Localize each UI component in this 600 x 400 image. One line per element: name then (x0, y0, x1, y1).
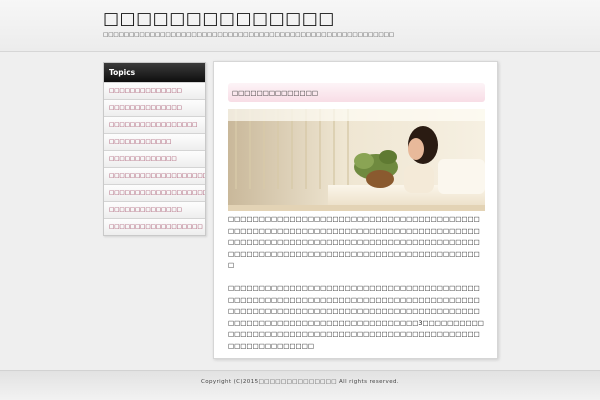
sidebar-topics: Topics □□□□□□□□□□□□□□ □□□□□□□□□□□□□□ □□□… (103, 62, 206, 236)
site-footer: Copyright (C)2015□□□□□□□□□□□□□□ All righ… (0, 370, 600, 400)
sidebar-item[interactable]: □□□□□□□□□□□□□□ (104, 201, 205, 218)
post-title: □□□□□□□□□□□□□□ (228, 83, 485, 102)
sidebar-heading: Topics (104, 63, 205, 82)
sidebar-item[interactable]: □□□□□□□□□□□□□□ (104, 99, 205, 116)
site-description: □□□□□□□□□□□□□□□□□□□□□□□□□□□□□□□□□□□□□□□□… (103, 32, 395, 38)
post-paragraph-1: □□□□□□□□□□□□□□□□□□□□□□□□□□□□□□□□□□□□□□□□… (228, 215, 480, 269)
copyright-text: Copyright (C)2015□□□□□□□□□□□□□□ All righ… (200, 379, 400, 385)
site-title[interactable]: □□□□□□□□□□□□□□ (103, 9, 335, 29)
site-header: □□□□□□□□□□□□□□ □□□□□□□□□□□□□□□□□□□□□□□□□… (0, 0, 600, 52)
sidebar-item[interactable]: □□□□□□□□□□□□ (104, 133, 205, 150)
content-panel: □□□□□□□□□□□□□□ □□□□□□□□□□□□□□□□□□□□□□□□□… (213, 61, 498, 359)
sidebar-item[interactable]: □□□□□□□□□□□□□□□□□□□ (104, 167, 205, 184)
sidebar-item[interactable]: □□□□□□□□□□□□□□□□□ (104, 116, 205, 133)
sidebar-item[interactable]: □□□□□□□□□□□□□ (104, 150, 205, 167)
sidebar-item[interactable]: □□□□□□□□□□□□□□□□□□ (104, 218, 205, 235)
post-photo (228, 109, 485, 211)
sidebar-item[interactable]: □□□□□□□□□□□□□□□□□□□□□ (104, 184, 205, 201)
post-paragraph-2: □□□□□□□□□□□□□□□□□□□□□□□□□□□□□□□□□□□□□□□□… (228, 284, 484, 350)
sidebar-item[interactable]: □□□□□□□□□□□□□□ (104, 82, 205, 99)
